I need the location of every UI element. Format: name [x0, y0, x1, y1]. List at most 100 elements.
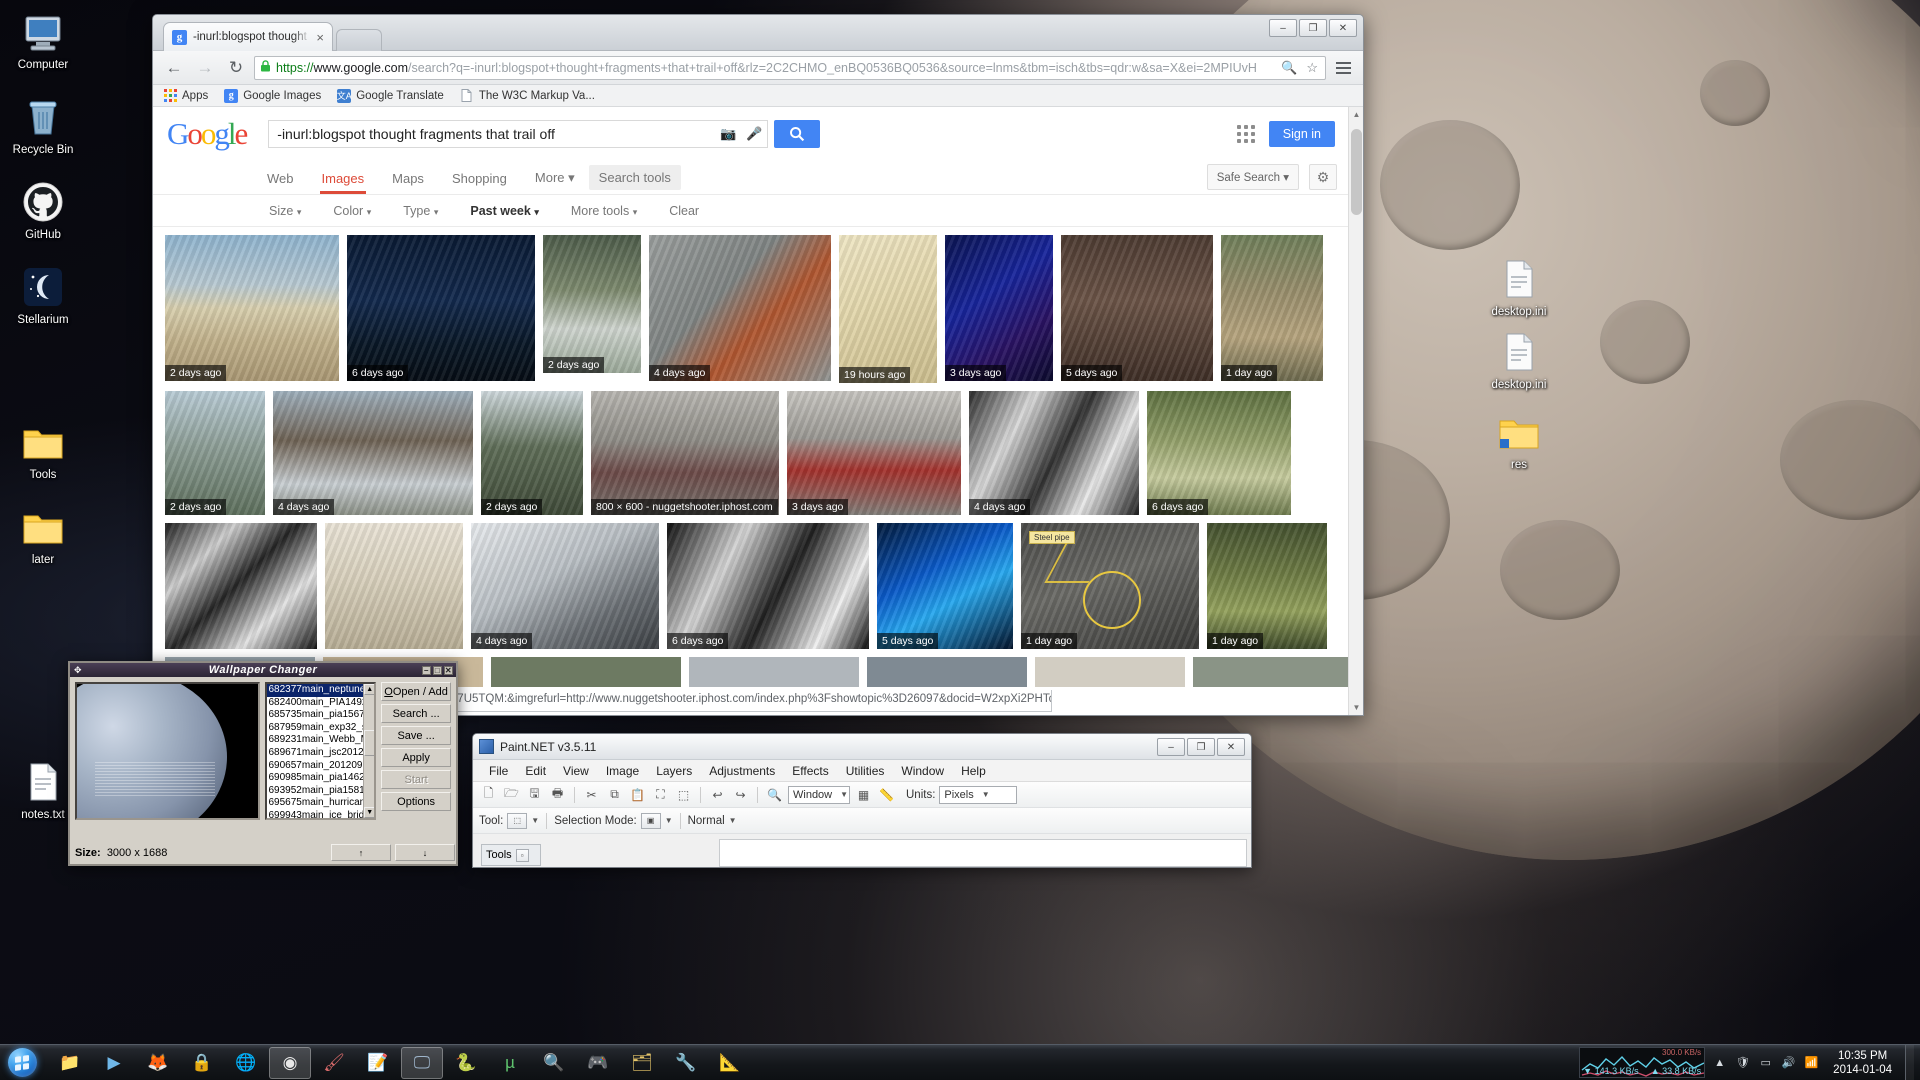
taskbar-button-media-player[interactable]: ▶: [93, 1047, 135, 1079]
image-result-thumbnail[interactable]: [325, 523, 463, 649]
volume-icon[interactable]: 🔊: [1780, 1054, 1797, 1071]
zoom-indicator-icon[interactable]: 🔍: [1279, 60, 1299, 76]
show-hidden-icons-icon[interactable]: ▲: [1711, 1054, 1728, 1071]
desktop-icon-github[interactable]: GitHub: [0, 178, 86, 242]
taskbar-button-game[interactable]: 🎮: [577, 1047, 619, 1079]
minimize-button[interactable]: –: [422, 665, 431, 675]
chevron-down-icon[interactable]: ▼: [665, 816, 673, 825]
menu-window[interactable]: Window: [893, 762, 952, 780]
taskbar-button-tools-app[interactable]: 🔧: [665, 1047, 707, 1079]
open-add-button[interactable]: O Open / Add: [381, 682, 452, 701]
safesearch-dropdown[interactable]: Safe Search ▾: [1206, 164, 1299, 190]
units-select[interactable]: Pixels ▼: [939, 785, 1018, 804]
desktop-icon-computer[interactable]: Computer: [0, 8, 86, 72]
cut-icon[interactable]: ✂: [582, 785, 601, 804]
google-nav-tabs[interactable]: Web Images Maps Shopping More ▾ Search t…: [153, 161, 1363, 195]
image-result-thumbnail[interactable]: 3 days ago: [945, 235, 1053, 381]
tab-web[interactable]: Web: [253, 171, 308, 194]
reload-button[interactable]: ↻: [223, 55, 249, 81]
taskbar-button-utorrent[interactable]: µ: [489, 1047, 531, 1079]
move-down-button[interactable]: ↓: [395, 844, 455, 861]
image-result-thumbnail[interactable]: 1 day ago: [1207, 523, 1327, 649]
system-tray[interactable]: 300.0 KB/s ▼ 141.3 KB/s ▲ 33.8 KB/s ▲ 🛡 …: [1579, 1045, 1920, 1080]
image-result-thumbnail[interactable]: 2 days ago: [165, 235, 339, 381]
google-nav-right[interactable]: Safe Search ▾ ⚙: [1206, 164, 1337, 190]
zoom-icon[interactable]: 🔍: [765, 785, 784, 804]
menu-file[interactable]: File: [481, 762, 516, 780]
sign-in-button[interactable]: Sign in: [1268, 121, 1335, 147]
tab-close-icon[interactable]: ×: [316, 30, 324, 45]
tab-more[interactable]: More ▾: [521, 170, 589, 194]
image-result-thumbnail[interactable]: 6 days ago: [347, 235, 535, 381]
scroll-up-icon[interactable]: ▲: [364, 684, 375, 695]
wallpaper-changer-buttons[interactable]: O Open / Add Search ... Save ... Apply St…: [381, 682, 452, 859]
google-filter-bar[interactable]: Size ▾ Color ▾ Type ▾ Past week ▾ More t…: [153, 195, 1363, 227]
taskbar-button-browser2[interactable]: 🌐: [225, 1047, 267, 1079]
taskbar-button-chrome[interactable]: ◉: [269, 1046, 311, 1079]
network-meter-widget[interactable]: 300.0 KB/s ▼ 141.3 KB/s ▲ 33.8 KB/s: [1579, 1047, 1706, 1078]
image-result-thumbnail[interactable]: 4 days ago: [649, 235, 831, 381]
chrome-browser-window[interactable]: g -inurl:blogspot thought fr × – ❐ ✕ ← →…: [152, 14, 1364, 716]
menu-layers[interactable]: Layers: [648, 762, 700, 780]
paintnet-canvas[interactable]: [719, 839, 1247, 867]
maximize-button[interactable]: ❐: [1187, 738, 1215, 756]
wallpaper-list-item[interactable]: 693952main_pia15817-f: [267, 785, 375, 798]
image-result-thumbnail[interactable]: 800 × 600 - nuggetshooter.iphost.com: [591, 391, 779, 515]
rulers-icon[interactable]: 📏: [877, 785, 896, 804]
image-result-thumbnail[interactable]: 6 days ago: [667, 523, 869, 649]
save-icon[interactable]: 🖫: [525, 785, 544, 804]
bookmark-google-images[interactable]: g Google Images: [224, 88, 321, 103]
apply-button[interactable]: Apply: [381, 748, 452, 767]
shield-icon[interactable]: 🛡: [1734, 1054, 1751, 1071]
current-tool-icon[interactable]: ⬚: [507, 812, 528, 829]
taskbar-button-wallpaper-changer[interactable]: 🖵: [401, 1046, 443, 1079]
taskbar-button-search-app[interactable]: 🔍: [533, 1047, 575, 1079]
bookmark-star-icon[interactable]: ☆: [1304, 60, 1320, 76]
desktop-icon-tools[interactable]: Tools: [0, 418, 86, 482]
maximize-button[interactable]: ❐: [1299, 19, 1327, 37]
chrome-tabstrip[interactable]: g -inurl:blogspot thought fr ×: [163, 22, 382, 51]
wallpaper-list-item[interactable]: 682400main_PIA14922_: [267, 697, 375, 710]
image-result-thumbnail[interactable]: 1 day ago: [1221, 235, 1323, 381]
taskbar-button-keepass[interactable]: 🔒: [181, 1047, 223, 1079]
paintnet-window[interactable]: Paint.NET v3.5.11 – ❐ ✕ File Edit View I…: [472, 733, 1252, 868]
image-result-thumbnail[interactable]: 5 days ago: [1061, 235, 1213, 381]
image-result-thumbnail[interactable]: 5 days ago: [877, 523, 1013, 649]
move-icon[interactable]: ✥: [74, 665, 82, 676]
bookmark-google-translate[interactable]: 文A Google Translate: [337, 88, 444, 103]
paintnet-tool-options-bar[interactable]: Tool: ⬚ ▼ Selection Mode: ▣ ▼ Normal ▼: [473, 808, 1251, 834]
image-result-thumbnail[interactable]: 3 days ago: [787, 391, 961, 515]
bookmark-apps[interactable]: Apps: [163, 89, 208, 103]
deselect-icon[interactable]: ⬚: [674, 785, 693, 804]
selection-mode-icon[interactable]: ▣: [640, 812, 661, 829]
image-result-thumbnail[interactable]: 6 days ago: [1147, 391, 1291, 515]
zoom-select[interactable]: Window ▼: [788, 785, 850, 804]
search-input[interactable]: [269, 121, 716, 147]
wallpaper-list-item[interactable]: 690985main_pia14627-f: [267, 772, 375, 785]
wallpaper-preview[interactable]: [75, 682, 260, 820]
filter-clear[interactable]: Clear: [653, 204, 715, 218]
wallpaper-changer-window[interactable]: ✥ Wallpaper Changer – □ ✕ 682377main_nep…: [68, 661, 458, 866]
chrome-titlebar[interactable]: g -inurl:blogspot thought fr × – ❐ ✕: [153, 15, 1363, 51]
open-icon[interactable]: 🗁: [502, 785, 521, 804]
image-result-thumbnail[interactable]: 4 days ago: [969, 391, 1139, 515]
address-bar[interactable]: https://www.google.com/search?q=-inurl:b…: [254, 55, 1326, 80]
tools-panel-pin-icon[interactable]: ▫: [515, 848, 529, 862]
taskbar-button-python[interactable]: 🐍: [445, 1047, 487, 1079]
chrome-toolbar[interactable]: ← → ↻ https://www.google.com/search?q=-i…: [153, 51, 1363, 85]
browser-tab[interactable]: g -inurl:blogspot thought fr ×: [163, 22, 333, 51]
filter-more-tools[interactable]: More tools ▾: [555, 204, 653, 218]
maximize-button[interactable]: □: [433, 665, 442, 675]
copy-icon[interactable]: ⧉: [605, 785, 624, 804]
paste-icon[interactable]: 📋: [628, 785, 647, 804]
wallpaper-list-item[interactable]: 689671main_jsc2012e21: [267, 747, 375, 760]
close-button[interactable]: ✕: [1217, 738, 1245, 756]
image-result-thumbnail[interactable]: [1035, 657, 1185, 687]
google-logo[interactable]: Google: [167, 116, 248, 152]
start-button[interactable]: [0, 1046, 44, 1080]
image-result-thumbnail[interactable]: [165, 523, 317, 649]
wallpaper-list-item[interactable]: 685735main_pia15678-4: [267, 709, 375, 722]
taskbar-buttons[interactable]: 📁 ▶ 🦊 🔒 🌐 ◉ 🖌 📝 🖵 🐍 µ 🔍 🎮 🗂 🔧 📐: [48, 1046, 752, 1079]
bookmark-w3c-markup[interactable]: The W3C Markup Va...: [460, 89, 595, 103]
image-result-thumbnail[interactable]: [689, 657, 859, 687]
